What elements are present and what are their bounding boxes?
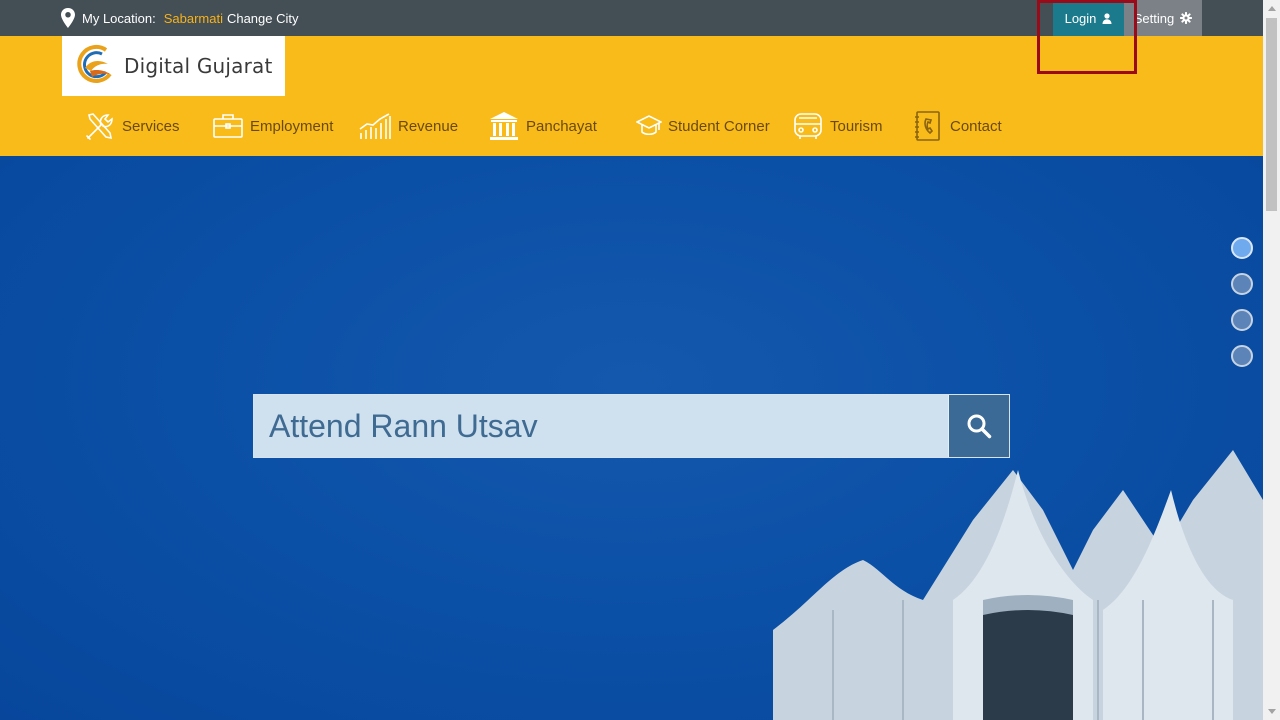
user-icon (1102, 12, 1112, 24)
site-name: Digital Gujarat (124, 54, 273, 78)
scroll-up-arrow-icon[interactable] (1263, 0, 1280, 17)
scrollbar-thumb[interactable] (1266, 18, 1277, 211)
main-nav: Services Employment Revenue Panchayat St… (84, 108, 1022, 144)
current-city[interactable]: Sabarmati (164, 11, 223, 26)
nav-label-contact: Contact (950, 117, 1002, 135)
bus-icon (794, 113, 822, 139)
location-label: My Location: (82, 10, 156, 26)
scroll-down-arrow-icon[interactable] (1263, 703, 1280, 720)
nav-item-employment[interactable]: Employment (212, 108, 358, 144)
graduation-cap-icon (636, 115, 662, 136)
top-bar: My Location: Sabarmati Change City Login… (0, 0, 1280, 36)
search-input[interactable] (254, 395, 948, 457)
nav-item-student-corner[interactable]: Student Corner (636, 108, 792, 144)
login-label: Login (1064, 10, 1097, 26)
slider-dot-1[interactable] (1231, 237, 1253, 259)
nav-label-employment: Employment (250, 117, 334, 135)
briefcase-icon (213, 114, 243, 138)
nav-item-services[interactable]: Services (84, 108, 212, 144)
search-icon (967, 414, 992, 439)
building-icon (490, 112, 518, 140)
hero-banner (0, 156, 1263, 720)
page-scrollbar[interactable] (1263, 0, 1280, 720)
search-button[interactable] (948, 395, 1009, 457)
slider-dot-3[interactable] (1231, 309, 1253, 331)
nav-item-tourism[interactable]: Tourism (792, 108, 912, 144)
tools-icon (86, 113, 113, 140)
search-bar (253, 394, 1010, 458)
nav-item-contact[interactable]: Contact (912, 108, 1022, 144)
nav-item-revenue[interactable]: Revenue (358, 108, 488, 144)
nav-label-panchayat: Panchayat (526, 117, 597, 135)
chart-icon (359, 113, 391, 139)
change-city-link[interactable]: Change City (227, 11, 299, 26)
tent-image (773, 450, 1263, 720)
slider-dot-4[interactable] (1231, 345, 1253, 367)
phone-book-icon (915, 111, 940, 141)
location-pin-icon (61, 8, 75, 28)
nav-item-panchayat[interactable]: Panchayat (488, 108, 636, 144)
location-bar: My Location: Sabarmati Change City (60, 0, 299, 36)
setting-button[interactable]: Setting (1124, 0, 1202, 36)
nav-label-services: Services (122, 117, 180, 135)
nav-label-tourism: Tourism (830, 117, 883, 135)
setting-label: Setting (1133, 10, 1175, 26)
nav-label-revenue: Revenue (398, 117, 459, 135)
nav-label-student-corner: Student Corner (668, 117, 770, 135)
site-logo[interactable]: Digital Gujarat (62, 36, 285, 96)
slider-dots (1231, 237, 1253, 367)
site-header: Digital Gujarat Services Employment Reve… (0, 36, 1263, 156)
slider-dot-2[interactable] (1231, 273, 1253, 295)
digital-gujarat-logo-icon (77, 44, 112, 83)
login-button[interactable]: Login (1053, 0, 1124, 36)
gear-icon (1180, 12, 1193, 24)
